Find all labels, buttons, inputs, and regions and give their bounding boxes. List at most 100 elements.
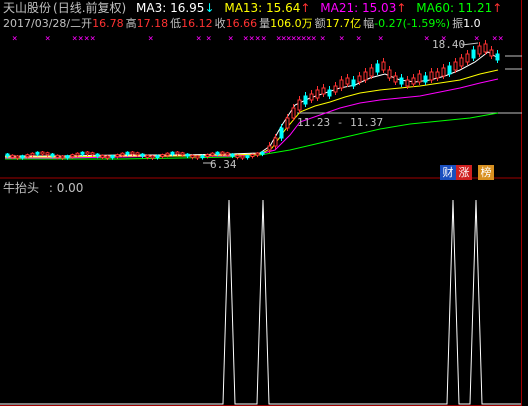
candle-body — [465, 53, 470, 63]
candle-body — [30, 152, 35, 156]
signal-mark: × — [243, 34, 248, 44]
signal-mark: × — [228, 34, 233, 44]
low-price-annotation: 6.34 — [210, 158, 237, 171]
finance-tag[interactable]: 财 — [440, 165, 456, 180]
ma3-line — [5, 51, 499, 157]
rank-tag[interactable]: 榜 — [478, 165, 494, 180]
candle-body — [80, 151, 85, 155]
candle-body — [55, 154, 60, 158]
candle-body — [393, 75, 398, 83]
candle-body — [489, 49, 494, 57]
candle-body — [230, 153, 235, 157]
candle-body — [327, 89, 332, 97]
candle-body — [447, 65, 452, 75]
candle-body — [429, 71, 434, 81]
candle-body — [435, 71, 440, 79]
candle-body — [130, 151, 135, 155]
candle-body — [210, 152, 215, 156]
candle-body — [423, 75, 428, 83]
signal-mark: × — [45, 34, 50, 44]
signal-mark: × — [339, 34, 344, 44]
candle-body — [95, 153, 100, 157]
candle-body — [291, 107, 296, 119]
candle-body — [375, 63, 380, 73]
candle-body — [145, 154, 150, 158]
candle-body — [220, 151, 225, 155]
candle-body — [125, 151, 130, 155]
candle-body — [483, 43, 488, 53]
signal-mark: × — [90, 34, 95, 44]
candle-body — [477, 45, 482, 55]
candle-body — [5, 153, 10, 157]
indicator-value: : 0.00 — [48, 181, 84, 195]
candle-body — [309, 93, 314, 101]
candle-body — [170, 151, 175, 155]
signal-mark: × — [492, 34, 497, 44]
candle-body — [15, 155, 20, 159]
candle-body — [471, 49, 476, 59]
candle-body — [399, 77, 404, 85]
signal-mark: × — [84, 34, 89, 44]
candle-body — [279, 127, 284, 139]
candle-body — [225, 152, 230, 156]
candle-body — [363, 71, 368, 81]
candle-body — [405, 79, 410, 87]
candle-body — [10, 154, 15, 158]
candle-body — [351, 79, 356, 87]
candle-body — [110, 155, 115, 159]
signal-mark: × — [424, 34, 429, 44]
candle-body — [200, 155, 205, 159]
candle-body — [75, 152, 80, 156]
signal-mark: × — [378, 34, 383, 44]
candle-body — [495, 53, 500, 61]
signal-mark: × — [320, 34, 325, 44]
signal-mark: × — [206, 34, 211, 44]
candle-body — [65, 155, 70, 159]
candle-body — [90, 152, 95, 156]
candle-body — [215, 151, 220, 155]
candle-body — [417, 73, 422, 83]
signal-mark: × — [78, 34, 83, 44]
candles — [5, 40, 500, 160]
candle-body — [285, 117, 290, 129]
candle-body — [165, 152, 170, 156]
kline-panel[interactable]: × × × × × × × × × × × × × × × × × × × × × × × × × × × × × × × 18.40 11… — [0, 0, 522, 406]
signal-mark: × — [249, 34, 254, 44]
candle-body — [120, 152, 125, 156]
range-annotation: 11.23 - 11.37 — [297, 116, 383, 129]
candle-body — [321, 87, 326, 95]
candle-body — [85, 151, 90, 155]
candle-body — [20, 155, 25, 159]
signal-mark: × — [148, 34, 153, 44]
candle-body — [35, 151, 40, 155]
candle-body — [100, 154, 105, 158]
signal-line — [0, 199, 521, 405]
candle-body — [297, 99, 302, 111]
candle-body — [25, 154, 30, 158]
signal-mark: × — [255, 34, 260, 44]
indicator-name: 牛抬头 — [3, 181, 40, 195]
rise-tag[interactable]: 涨 — [456, 165, 472, 180]
candle-body — [453, 61, 458, 71]
candle-body — [441, 67, 446, 77]
candle-body — [255, 152, 260, 156]
signal-mark: × — [498, 34, 503, 44]
candle-body — [45, 152, 50, 156]
candle-body — [60, 155, 65, 159]
candle-body — [411, 77, 416, 85]
candle-body — [185, 153, 190, 157]
signal-mark: × — [12, 34, 17, 44]
signal-mark: × — [311, 34, 316, 44]
candle-body — [40, 151, 45, 155]
candle-body — [150, 155, 155, 159]
candle-body — [195, 155, 200, 159]
candle-body — [245, 155, 250, 159]
ma21-line — [5, 78, 499, 159]
candle-body — [160, 154, 165, 158]
candle-body — [240, 155, 245, 159]
candle-body — [260, 151, 265, 155]
candle-body — [70, 154, 75, 158]
candle-body — [357, 75, 362, 83]
candle-body — [190, 154, 195, 158]
high-price-annotation: 18.40 — [432, 38, 465, 51]
